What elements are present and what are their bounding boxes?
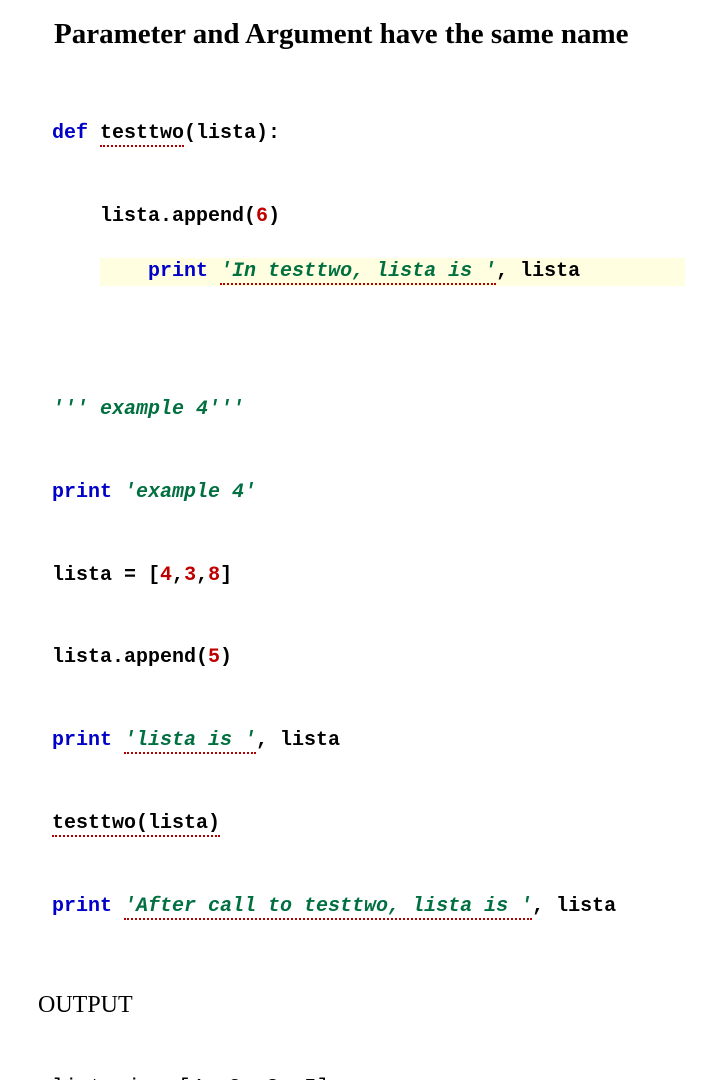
number: 5 (208, 646, 220, 669)
slide-container: Parameter and Argument have the same nam… (0, 0, 720, 1080)
string: 'example 4' (124, 481, 256, 504)
code-line-5: print 'example 4' (52, 479, 700, 507)
code-line-9: testtwo(lista) (52, 810, 700, 838)
keyword-print: print (52, 481, 124, 504)
code-line-3: print 'In testtwo, lista is ', lista (100, 258, 685, 286)
code-text: (lista): (184, 122, 280, 145)
code-line-4: ''' example 4''' (52, 396, 700, 424)
output-block: lista is [4, 3, 8, 5] In testtwo, lista … (52, 1023, 700, 1080)
indent (100, 260, 148, 283)
number: 3 (184, 564, 196, 587)
comma: , (172, 564, 184, 587)
func-call: testtwo(lista) (52, 812, 220, 837)
string: 'In testtwo, lista is ' (220, 260, 496, 285)
code-text: , lista (496, 260, 580, 283)
string: 'lista is ' (124, 729, 256, 754)
code-line-7: lista.append(5) (52, 644, 700, 672)
output-line-1: lista is [4, 3, 8, 5] (52, 1076, 700, 1080)
code-text: , lista (532, 895, 616, 918)
code-text: ) (268, 205, 280, 228)
number: 8 (208, 564, 220, 587)
keyword-print: print (52, 895, 124, 918)
code-line-8: print 'lista is ', lista (52, 727, 700, 755)
code-text: lista = [ (52, 564, 160, 587)
string: 'After call to testtwo, lista is ' (124, 895, 532, 920)
comma: , (196, 564, 208, 587)
code-text: ) (220, 646, 232, 669)
code-text: lista.append( (52, 646, 208, 669)
code-block: def testtwo(lista): lista.append(6) prin… (52, 65, 700, 976)
number: 6 (256, 205, 268, 228)
code-text: , lista (256, 729, 340, 752)
keyword-def: def (52, 122, 100, 145)
code-line-6: lista = [4,3,8] (52, 562, 700, 590)
keyword-print: print (148, 260, 220, 283)
docstring: ''' example 4''' (52, 398, 244, 421)
code-line-2: lista.append(6) (52, 203, 700, 231)
func-name: testtwo (100, 122, 184, 147)
blank-line (52, 313, 700, 341)
keyword-print: print (52, 729, 124, 752)
code-line-1: def testtwo(lista): (52, 120, 700, 148)
output-label: OUTPUT (38, 992, 700, 1019)
code-text: ] (220, 564, 232, 587)
code-line-10: print 'After call to testtwo, lista is '… (52, 893, 700, 921)
number: 4 (160, 564, 172, 587)
slide-title: Parameter and Argument have the same nam… (54, 18, 700, 51)
code-text: lista.append( (52, 205, 256, 228)
